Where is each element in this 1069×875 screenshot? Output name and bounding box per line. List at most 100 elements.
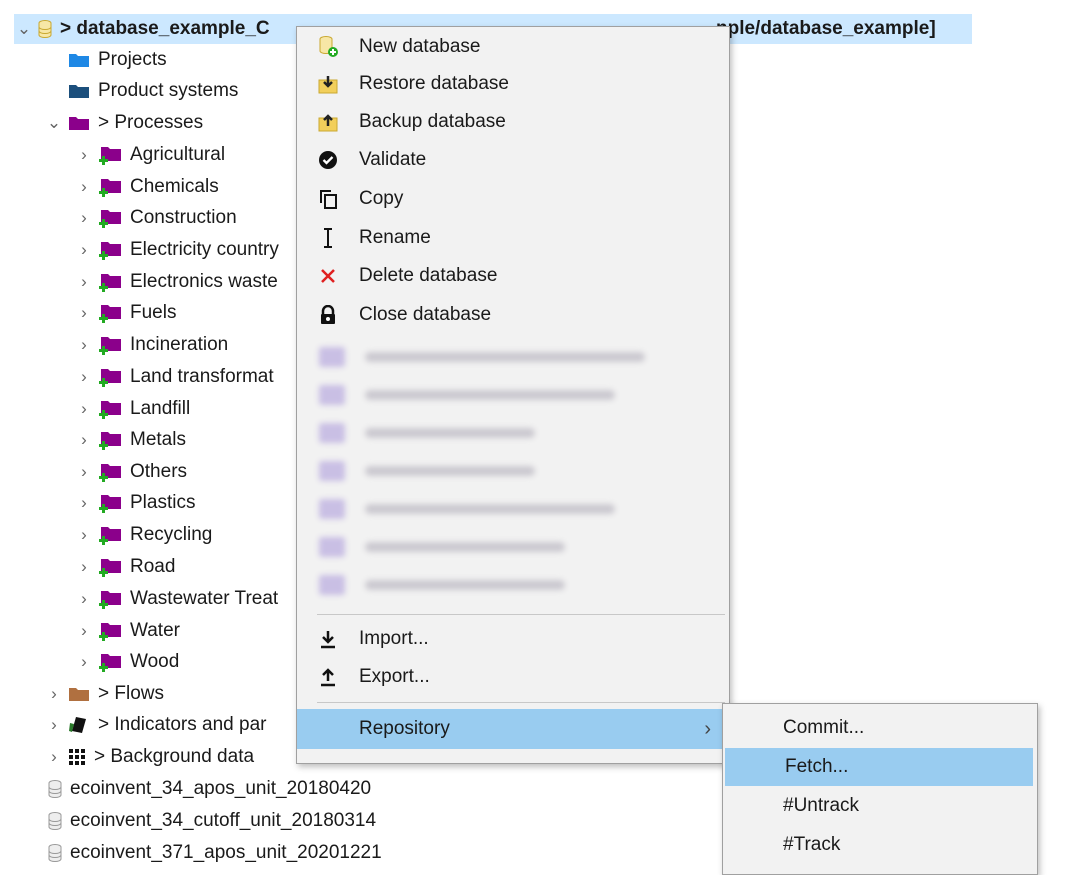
- tree-item-label: ecoinvent_371_apos_unit_20201221: [70, 842, 382, 863]
- process-folder-plus-icon: [98, 430, 122, 450]
- chevron-right-icon[interactable]: ›: [74, 267, 94, 297]
- process-folder-plus-icon: [98, 557, 122, 577]
- tree-item-processes[interactable]: ⌄ > Processes: [44, 108, 203, 138]
- tree-item-database[interactable]: ecoinvent_34_apos_unit_20180420: [44, 774, 371, 804]
- menu-item-new-database[interactable]: New database: [297, 29, 729, 65]
- tree-item-process-folder[interactable]: › Land transformat: [74, 362, 274, 392]
- chevron-right-icon[interactable]: ›: [74, 394, 94, 424]
- process-folder-plus-icon: [98, 589, 122, 609]
- chevron-right-icon[interactable]: ›: [74, 298, 94, 328]
- menu-item-export[interactable]: Export...: [297, 659, 729, 695]
- chevron-right-icon[interactable]: ›: [74, 488, 94, 518]
- chevron-right-icon[interactable]: ›: [74, 552, 94, 582]
- folder-icon: [68, 52, 90, 68]
- tree-item-product-systems[interactable]: Product systems: [64, 76, 238, 106]
- repository-submenu: Commit... Fetch... #Untrack #Track: [722, 703, 1038, 875]
- blurred-menu-item[interactable]: [319, 496, 699, 522]
- chevron-right-icon[interactable]: ›: [74, 362, 94, 392]
- chevron-right-icon[interactable]: ›: [74, 647, 94, 677]
- submenu-item-track[interactable]: #Track: [723, 826, 1037, 864]
- tree-item-label: Recycling: [130, 524, 213, 545]
- chevron-down-icon[interactable]: ⌄: [14, 14, 34, 44]
- tree-item-process-folder[interactable]: › Wastewater Treat: [74, 584, 278, 614]
- tree-item-process-folder[interactable]: › Road: [74, 552, 175, 582]
- database-icon: [48, 812, 62, 830]
- tree-item-indicators[interactable]: › > Indicators and par: [44, 710, 266, 740]
- import-icon: [297, 629, 359, 649]
- process-folder-plus-icon: [98, 367, 122, 387]
- tree-item-process-folder[interactable]: › Incineration: [74, 330, 228, 360]
- tree-item-label: Others: [130, 461, 188, 482]
- chevron-right-icon[interactable]: ›: [74, 425, 94, 455]
- menu-item-label: Export...: [359, 666, 430, 687]
- tree-item-process-folder[interactable]: › Recycling: [74, 520, 212, 550]
- menu-item-backup-database[interactable]: Backup database: [297, 104, 729, 140]
- tree-item-process-folder[interactable]: › Landfill: [74, 394, 190, 424]
- chevron-right-icon[interactable]: ›: [74, 172, 94, 202]
- tree-item-process-folder[interactable]: › Electronics waste: [74, 267, 278, 297]
- chevron-right-icon[interactable]: ›: [44, 679, 64, 709]
- chevron-right-icon[interactable]: ›: [74, 616, 94, 646]
- tree-item-process-folder[interactable]: › Fuels: [74, 298, 176, 328]
- blurred-menu-item[interactable]: [319, 572, 699, 598]
- process-folder-plus-icon: [98, 145, 122, 165]
- tree-item-label: Agricultural: [130, 144, 226, 165]
- menu-item-label: Close database: [359, 304, 492, 325]
- tree-item-process-folder[interactable]: › Chemicals: [74, 172, 219, 202]
- menu-item-close-database[interactable]: Close database: [297, 297, 729, 333]
- tree-item-flows[interactable]: › > Flows: [44, 679, 164, 709]
- menu-item-label: New database: [359, 36, 481, 57]
- menu-item-repository[interactable]: Repository ›: [297, 709, 729, 749]
- chevron-right-icon[interactable]: ›: [74, 330, 94, 360]
- tree-item-label: > Processes: [98, 112, 204, 133]
- new-database-icon: [297, 36, 359, 58]
- menu-item-label: Validate: [359, 149, 427, 170]
- chevron-right-icon[interactable]: ›: [74, 140, 94, 170]
- blurred-menu-item[interactable]: [319, 344, 699, 370]
- chevron-down-icon[interactable]: ⌄: [44, 108, 64, 138]
- submenu-item-fetch[interactable]: Fetch...: [725, 748, 1033, 786]
- submenu-item-commit[interactable]: Commit...: [723, 709, 1037, 747]
- menu-item-restore-database[interactable]: Restore database: [297, 66, 729, 102]
- menu-item-delete-database[interactable]: Delete database: [297, 258, 729, 294]
- blurred-menu-item[interactable]: [319, 420, 699, 446]
- tree-item-label: Landfill: [130, 398, 191, 419]
- tree-item-process-folder[interactable]: › Water: [74, 616, 180, 646]
- menu-item-label: Repository: [359, 718, 450, 739]
- restore-icon: [297, 74, 359, 94]
- tree-item-database[interactable]: ecoinvent_371_apos_unit_20201221: [44, 838, 382, 868]
- chevron-right-icon[interactable]: ›: [44, 742, 64, 772]
- tree-item-process-folder[interactable]: › Plastics: [74, 488, 195, 518]
- database-icon: [48, 844, 62, 862]
- menu-item-import[interactable]: Import...: [297, 621, 729, 657]
- chevron-right-icon[interactable]: ›: [44, 710, 64, 740]
- chevron-right-icon[interactable]: ›: [74, 457, 94, 487]
- chevron-right-icon[interactable]: ›: [74, 203, 94, 233]
- chevron-right-icon[interactable]: ›: [74, 584, 94, 614]
- menu-item-copy[interactable]: Copy: [297, 181, 729, 217]
- chevron-right-icon[interactable]: ›: [74, 235, 94, 265]
- chevron-right-icon: ›: [704, 717, 711, 740]
- process-folder-plus-icon: [98, 240, 122, 260]
- copy-icon: [297, 189, 359, 209]
- blurred-menu-item[interactable]: [319, 534, 699, 560]
- tree-item-database[interactable]: ecoinvent_34_cutoff_unit_20180314: [44, 806, 376, 836]
- tree-item-projects[interactable]: Projects: [64, 45, 167, 75]
- submenu-item-untrack[interactable]: #Untrack: [723, 787, 1037, 825]
- tree-item-process-folder[interactable]: › Wood: [74, 647, 179, 677]
- blurred-menu-item[interactable]: [319, 458, 699, 484]
- tree-item-process-folder[interactable]: › Construction: [74, 203, 237, 233]
- tree-item-process-folder[interactable]: › Metals: [74, 425, 186, 455]
- tree-item-process-folder[interactable]: › Electricity country: [74, 235, 279, 265]
- tree-item-background-data[interactable]: › > Background data: [44, 742, 254, 772]
- menu-item-rename[interactable]: Rename: [297, 220, 729, 256]
- blurred-menu-item[interactable]: [319, 382, 699, 408]
- lock-icon: [297, 305, 359, 325]
- folder-icon: [68, 83, 90, 99]
- backup-icon: [297, 112, 359, 132]
- menu-item-validate[interactable]: Validate: [297, 142, 729, 178]
- chevron-right-icon[interactable]: ›: [74, 520, 94, 550]
- menu-item-label: Rename: [359, 227, 431, 248]
- tree-item-process-folder[interactable]: › Agricultural: [74, 140, 225, 170]
- tree-item-process-folder[interactable]: › Others: [74, 457, 187, 487]
